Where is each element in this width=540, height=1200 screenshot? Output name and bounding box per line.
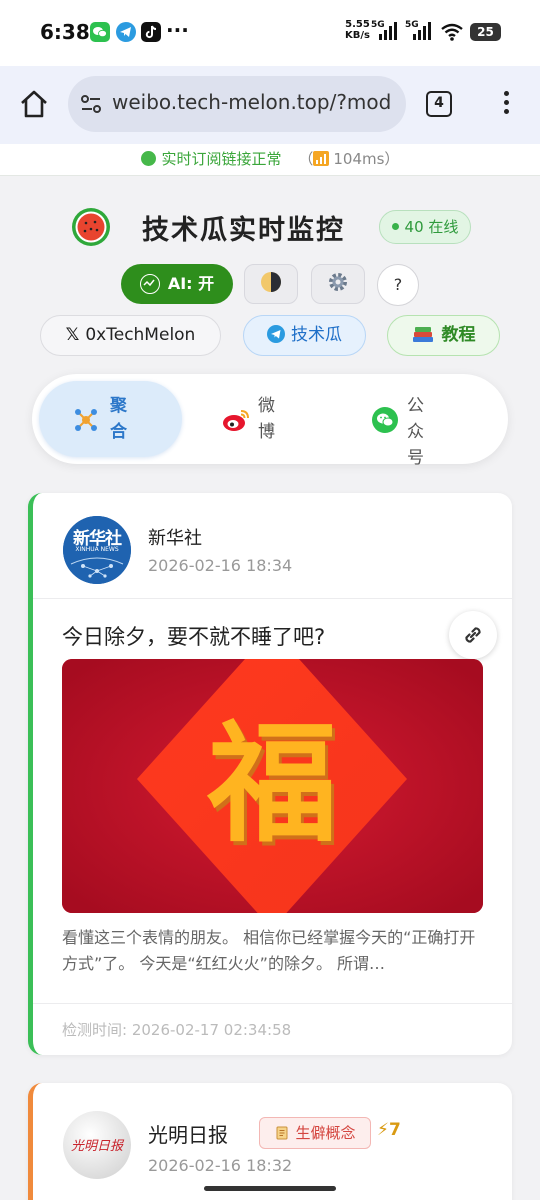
fu-character: 福 xyxy=(207,708,338,860)
avatar: 光明日报 xyxy=(63,1111,131,1179)
gear-icon xyxy=(326,270,350,308)
link-icon xyxy=(461,623,485,651)
books-icon xyxy=(412,320,434,359)
ai-toggle-button[interactable]: AI: 开 xyxy=(121,264,233,304)
latency-indicator: （104ms） xyxy=(298,150,399,168)
page-title: 技术瓜实时监控 xyxy=(142,215,345,246)
tutorial-link[interactable]: 教程 xyxy=(387,315,500,356)
url-text[interactable]: weibo.tech-melon.top/?mod xyxy=(112,90,391,114)
half-moon-theme-icon xyxy=(259,270,283,308)
clock: 6:38 xyxy=(40,20,90,44)
xinhua-logo-subtext: XINHUA NEWS xyxy=(75,546,119,553)
online-count-badge: 40 在线 xyxy=(379,210,471,244)
more-notifications-icon: ··· xyxy=(166,18,189,42)
detect-time: 检测时间: 2026-02-17 02:34:58 xyxy=(62,1021,292,1039)
weibo-icon xyxy=(222,408,250,436)
home-icon[interactable] xyxy=(18,88,50,120)
post-card[interactable]: 光明日报 光明日报 生僻概念 ⚡7 2026-02-16 18:32 xyxy=(28,1083,512,1200)
tab-switcher-button[interactable]: 4 xyxy=(426,91,452,117)
address-bar[interactable]: weibo.tech-melon.top/?mod xyxy=(68,76,406,132)
site-settings-icon[interactable] xyxy=(80,94,102,114)
theme-toggle-button[interactable] xyxy=(244,264,298,304)
lightning-icon: ⚡ xyxy=(377,1120,389,1140)
tab-weibo-label: 微博 xyxy=(258,396,275,442)
post-title[interactable]: 今日除夕，要不就不睡了吧? xyxy=(62,621,325,651)
tab-weibo[interactable]: 微博 xyxy=(212,381,332,457)
post-source-name: 新华社 xyxy=(148,528,202,549)
ai-pulse-icon xyxy=(139,274,160,294)
help-button[interactable]: ? xyxy=(377,264,419,306)
status-ok-icon xyxy=(140,151,156,166)
post-card[interactable]: 新华社 XINHUA NEWS 新华社 2026-02-16 18:34 今日除… xyxy=(28,493,512,1055)
tab-wechat-label: 公众号 xyxy=(407,396,424,468)
system-status-bar: 6:38 ··· 5.55 KB/s 5G 5G 25 xyxy=(0,0,540,66)
online-dot-icon xyxy=(391,223,399,230)
telegram-icon xyxy=(267,319,285,358)
x-account-link[interactable]: 𝕏 0xTechMelon xyxy=(40,315,221,356)
source-tab-bar: 聚合 微博 公众号 xyxy=(32,374,508,468)
wechat-icon xyxy=(372,407,398,437)
wifi-icon xyxy=(440,22,464,46)
settings-button[interactable] xyxy=(311,264,365,304)
tab-wechat-official[interactable]: 公众号 xyxy=(362,381,492,468)
tab-aggregate[interactable]: 聚合 xyxy=(39,381,182,457)
aggregate-icon xyxy=(73,407,99,437)
telegram-notification-icon xyxy=(116,22,136,42)
watermelon-logo-icon xyxy=(71,207,111,247)
network-speed: 5.55 KB/s xyxy=(345,19,370,41)
signal-bars-icon xyxy=(313,146,330,176)
post-timestamp: 2026-02-16 18:32 xyxy=(148,1156,293,1175)
rare-concept-tag: 生僻概念 xyxy=(259,1117,371,1149)
gesture-home-indicator[interactable] xyxy=(204,1186,336,1191)
subscription-status-text: 实时订阅链接正常 xyxy=(161,150,282,168)
browser-menu-icon[interactable] xyxy=(494,88,518,122)
browser-toolbar: weibo.tech-melon.top/?mod 4 xyxy=(0,66,540,144)
copy-link-button[interactable] xyxy=(449,611,497,659)
post-source-name: 光明日报 xyxy=(148,1123,228,1147)
telegram-channel-link[interactable]: 技术瓜 xyxy=(243,315,366,356)
post-image[interactable]: 福 xyxy=(62,659,483,913)
tab-aggregate-label: 聚合 xyxy=(110,396,127,442)
hotness-score: ⚡7 xyxy=(377,1120,401,1140)
wechat-notification-icon xyxy=(90,22,110,42)
tiktok-notification-icon xyxy=(141,22,161,42)
x-logo-icon: 𝕏 xyxy=(65,325,80,345)
card-divider xyxy=(33,1003,512,1004)
card-divider xyxy=(33,598,512,599)
scroll-icon xyxy=(274,1121,290,1151)
battery-icon: 25 xyxy=(470,23,501,41)
subscription-status-banner: 实时订阅链接正常 （104ms） xyxy=(0,144,540,176)
post-timestamp: 2026-02-16 18:34 xyxy=(148,556,293,575)
guangming-logo-text: 光明日报 xyxy=(70,1139,123,1154)
avatar: 新华社 XINHUA NEWS xyxy=(63,516,131,584)
post-excerpt: 看懂这三个表情的朋友。 相信你已经掌握今天的“正确打开方式”了。 今天是“红红火… xyxy=(62,928,476,973)
